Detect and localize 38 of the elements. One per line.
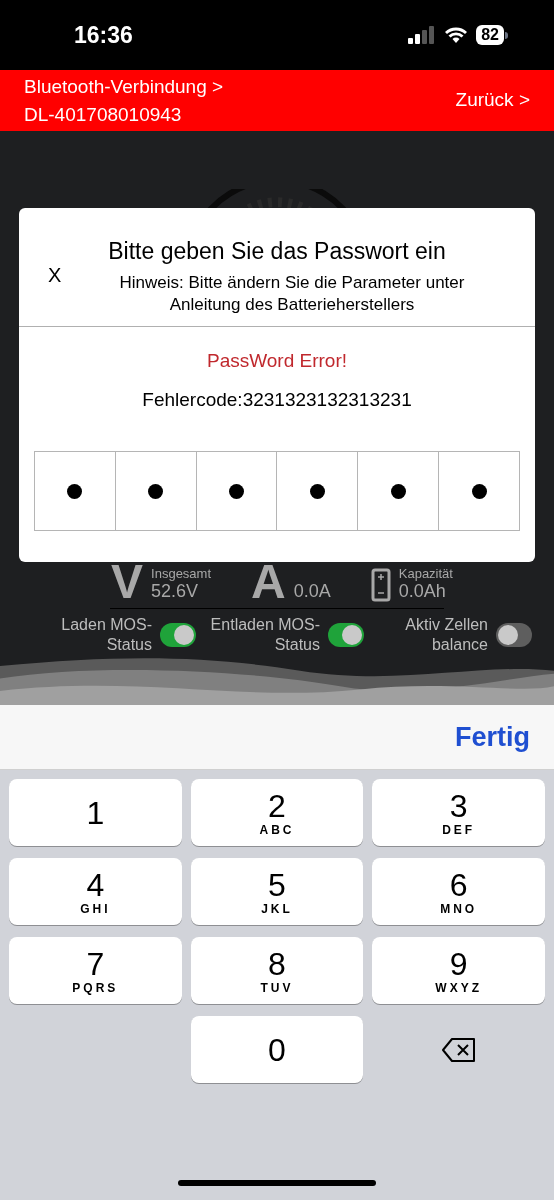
stat-label: Insgesamt [151, 567, 212, 580]
done-button[interactable]: Fertig [455, 716, 530, 758]
toggle-label: Aktiv Zellen balance [404, 615, 488, 655]
unit-symbol: V [111, 562, 144, 602]
keypad-key[interactable]: 1 [9, 779, 182, 846]
keypad-key[interactable]: 7 PQRS [9, 937, 182, 1004]
dialog-hint: Hinweis: Bitte ändern Sie die Parameter unter Anleitung des Batterieherstellers [118, 272, 466, 316]
toggle-switch[interactable] [160, 623, 196, 647]
keypad-key[interactable]: 5 JKL [190, 858, 364, 925]
stat-value: 0.0Ah [398, 581, 447, 602]
backspace-icon [440, 1036, 477, 1063]
close-button[interactable]: X [48, 260, 62, 290]
back-link[interactable]: Zurück > [455, 86, 530, 115]
clock-time: 16:36 [74, 20, 133, 50]
unit-symbol: A [251, 562, 286, 602]
keypad-key[interactable]: 9 WXYZ [372, 937, 545, 1004]
toggle-switch[interactable] [496, 623, 532, 647]
keypad-key[interactable]: 8 TUV [190, 937, 364, 1004]
keypad-key[interactable]: 4 GHI [9, 858, 182, 925]
battery-icon [370, 568, 391, 602]
keypad-key[interactable]: 3 DEF [372, 779, 545, 846]
breadcrumb-link[interactable]: Bluetooth-Verbindung > [24, 72, 224, 101]
keypad-key[interactable]: 0 [190, 1016, 364, 1083]
toggle-label: Entladen MOS-Status [210, 615, 320, 655]
stat-value: 0.0A [293, 580, 331, 602]
stat-label: Kapazität [398, 567, 453, 580]
toggle-label: Laden MOS-Status [60, 615, 152, 655]
error-message: PassWord Error! [206, 349, 348, 373]
dialog-title: Bitte geben Sie das Passwort ein [108, 237, 446, 266]
stat-value: 52.6V [151, 581, 200, 602]
error-code: Fehlercode:3231323132313231 [142, 387, 412, 412]
signal-icon [408, 26, 437, 44]
battery-level: 82 [476, 25, 504, 45]
keypad-key[interactable]: 6 MNO [372, 858, 545, 925]
keypad-key[interactable]: 2 ABC [190, 779, 364, 846]
wifi-icon [444, 26, 469, 44]
toggle-switch[interactable] [328, 623, 364, 647]
device-name: DL-401708010943 [24, 102, 183, 127]
